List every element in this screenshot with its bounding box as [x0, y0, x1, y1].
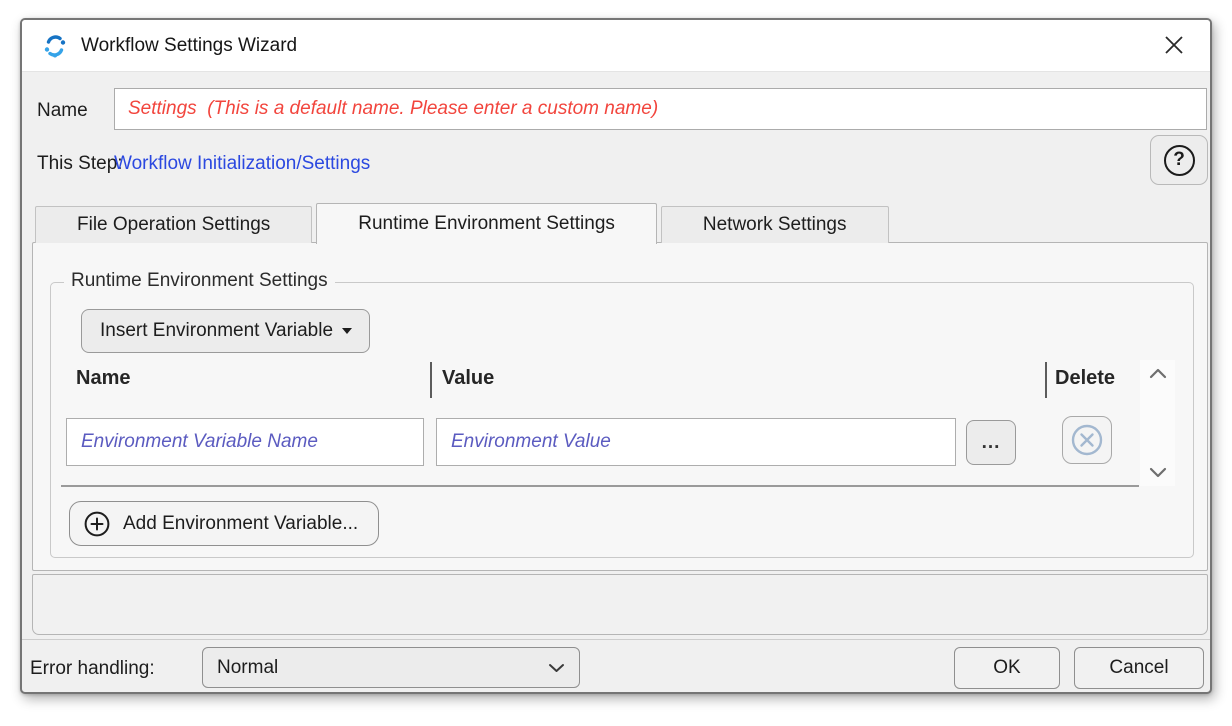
- error-handling-label: Error handling:: [30, 658, 155, 680]
- scroll-down-icon[interactable]: [1149, 467, 1167, 478]
- insert-environment-variable-label: Insert Environment Variable: [100, 320, 333, 342]
- ellipsis-icon: ...: [982, 432, 1001, 454]
- this-step-label: This Step:: [37, 153, 123, 175]
- workflow-icon: [42, 33, 68, 59]
- help-button[interactable]: ?: [1150, 135, 1208, 185]
- column-separator: [430, 362, 432, 398]
- add-environment-variable-label: Add Environment Variable...: [123, 513, 358, 535]
- add-environment-variable-button[interactable]: Add Environment Variable...: [69, 501, 379, 546]
- environment-variable-name-input[interactable]: [66, 418, 424, 466]
- scroll-up-icon[interactable]: [1149, 368, 1167, 379]
- browse-value-button[interactable]: ...: [966, 420, 1016, 465]
- cancel-button[interactable]: Cancel: [1074, 647, 1204, 689]
- dropdown-caret-icon: [341, 327, 353, 335]
- error-handling-value: Normal: [217, 657, 548, 679]
- window-title: Workflow Settings Wizard: [81, 35, 297, 57]
- ok-button[interactable]: OK: [954, 647, 1060, 689]
- error-handling-select[interactable]: Normal: [202, 647, 580, 688]
- chevron-down-icon: [548, 663, 565, 673]
- title-bar: Workflow Settings Wizard: [22, 20, 1210, 72]
- column-header-value: Value: [442, 367, 494, 390]
- footer-bar: Error handling: Normal OK Cancel: [22, 639, 1210, 692]
- delete-circle-x-icon: [1070, 423, 1104, 457]
- close-icon: [1163, 34, 1185, 56]
- workflow-settings-wizard-dialog: Workflow Settings Wizard Name This Step:…: [20, 18, 1212, 694]
- column-header-name: Name: [76, 367, 130, 390]
- name-input[interactable]: [114, 88, 1207, 130]
- groupbox-title: Runtime Environment Settings: [64, 270, 335, 292]
- plus-circle-icon: [84, 511, 110, 537]
- lower-empty-panel: [32, 574, 1208, 635]
- row-scrollbar[interactable]: [1140, 360, 1175, 486]
- insert-environment-variable-button[interactable]: Insert Environment Variable: [81, 309, 370, 353]
- row-separator: [61, 485, 1139, 487]
- tab-bar: File Operation Settings Runtime Environm…: [35, 202, 889, 243]
- tab-network-settings[interactable]: Network Settings: [661, 206, 889, 243]
- help-icon: ?: [1164, 145, 1195, 176]
- name-label: Name: [37, 100, 88, 122]
- delete-row-button[interactable]: [1062, 416, 1112, 464]
- this-step-link[interactable]: Workflow Initialization/Settings: [114, 153, 370, 175]
- column-separator: [1045, 362, 1047, 398]
- environment-value-input[interactable]: [436, 418, 956, 466]
- close-button[interactable]: [1138, 20, 1210, 70]
- runtime-environment-tab-panel: Runtime Environment Settings Insert Envi…: [32, 242, 1208, 571]
- tab-file-operation-settings[interactable]: File Operation Settings: [35, 206, 312, 243]
- runtime-environment-groupbox: Runtime Environment Settings Insert Envi…: [50, 282, 1194, 558]
- tab-runtime-environment-settings[interactable]: Runtime Environment Settings: [316, 203, 657, 244]
- column-header-delete: Delete: [1055, 367, 1115, 390]
